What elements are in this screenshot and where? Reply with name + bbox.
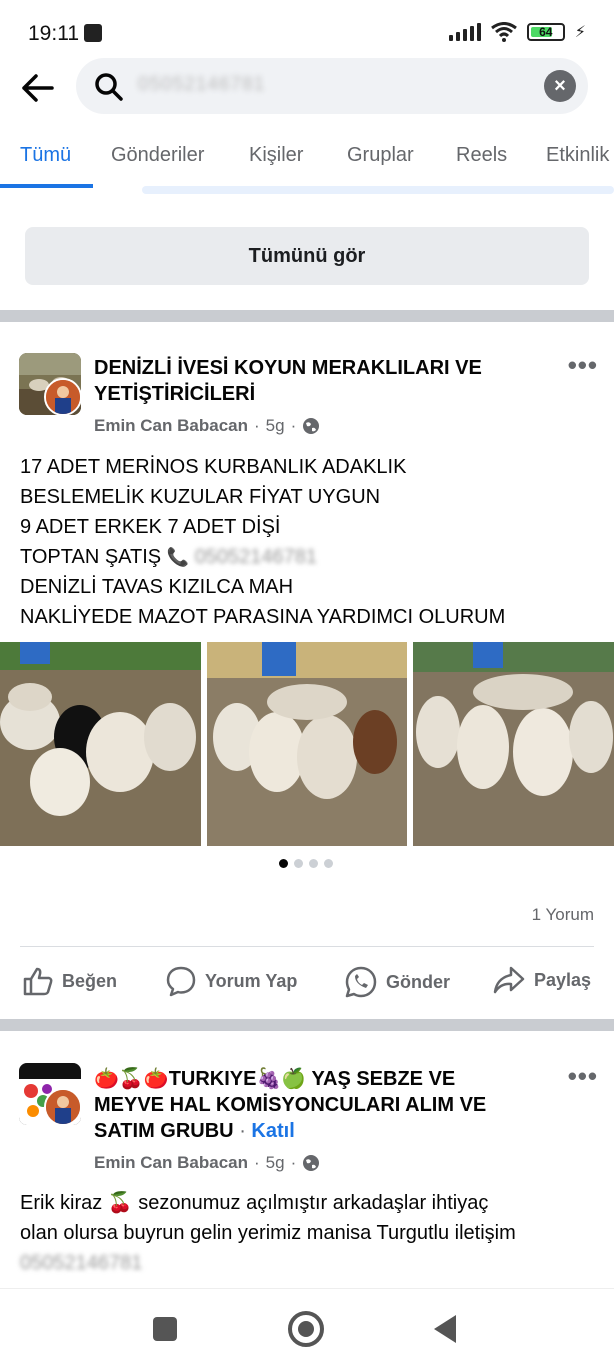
group-name-line3-row: SATIM GRUBU · Katıl [94, 1118, 486, 1144]
post-body: Erik kiraz 🍒 sezonumuz açılmıştır arkada… [20, 1188, 516, 1278]
close-icon[interactable]: × [544, 70, 576, 102]
home-icon[interactable] [288, 1311, 324, 1347]
carousel-dot[interactable] [309, 859, 318, 868]
phone-number[interactable]: 05052146781 [20, 1248, 142, 1278]
group-name-line3[interactable]: SATIM GRUBU [94, 1120, 234, 1142]
comment-count[interactable]: 1 Yorum [532, 905, 594, 925]
meta-separator: · [254, 1153, 260, 1172]
post-time: 5g [265, 416, 285, 435]
globe-icon [303, 418, 320, 434]
post-line: BESLEMELİK KUZULAR FİYAT UYGUN [20, 486, 381, 508]
like-button[interactable]: Beğen [22, 965, 117, 997]
actions-divider [20, 946, 594, 947]
carousel-dot[interactable] [279, 859, 288, 868]
wifi-icon [490, 22, 517, 42]
meta-separator: · [254, 416, 260, 435]
author-photo [46, 380, 80, 414]
see-all-button[interactable]: Tümünü gör [25, 227, 589, 285]
join-group-button[interactable]: Katıl [251, 1120, 294, 1142]
send-button[interactable]: Gönder [344, 965, 450, 999]
comment-icon [166, 966, 196, 997]
post-line-text: TOPTAN ŞATIŞ [20, 546, 162, 568]
sheep-photo [413, 642, 614, 846]
sheep-photo [0, 642, 201, 846]
result-scroll-hint [142, 186, 614, 194]
post-meta: Emin Can Babacan · 5g · [94, 1153, 320, 1173]
send-label: Gönder [386, 971, 451, 992]
tab-reels[interactable]: Reels [456, 144, 507, 167]
post-time: 5g [265, 1153, 285, 1172]
meta-separator: · [239, 1120, 252, 1142]
post-line: TOPTAN ŞATIŞ 📞 05052146781 [20, 542, 505, 572]
tab-posts[interactable]: Gönderiler [111, 144, 204, 167]
post-photo[interactable] [0, 642, 201, 846]
post-line: DENİZLİ TAVAS KIZILCA MAH [20, 576, 294, 598]
status-bar: 19:11 64 ⚡ [0, 0, 614, 62]
more-options-icon[interactable]: ••• [568, 350, 598, 381]
group-name[interactable]: DENİZLİ İVESİ KOYUN MERAKLILARI VE YETİŞ… [94, 355, 482, 407]
back-arrow-icon[interactable] [18, 68, 58, 108]
group-name-line1[interactable]: 🍅🍒🍅TURKIYE🍇🍏 YAŞ SEBZE VE [94, 1066, 486, 1092]
like-label: Beğen [62, 970, 118, 991]
author-avatar[interactable] [44, 1088, 82, 1126]
post-author[interactable]: Emin Can Babacan [94, 1153, 248, 1173]
more-options-icon[interactable]: ••• [568, 1061, 598, 1092]
share-label: Paylaş [534, 969, 592, 990]
recent-apps-icon[interactable] [153, 1317, 177, 1341]
post-line: olan olursa buyrun gelin yerimiz manisa … [20, 1222, 516, 1244]
globe-icon [303, 1155, 320, 1171]
post-line: NAKLİYEDE MAZOT PARASINA YARDIMCI OLURUM [20, 606, 506, 628]
post-author[interactable]: Emin Can Babacan [94, 416, 248, 436]
status-icons: 64 ⚡ [448, 22, 586, 42]
meta-separator: · [290, 1153, 297, 1172]
post-line: 17 ADET MERİNOS KURBANLIK ADAKLIK [20, 456, 407, 478]
phone-number[interactable]: 05052146781 [195, 542, 317, 572]
post-line: 9 ADET ERKEK 7 ADET DİŞİ [20, 516, 281, 538]
signal-icon [448, 23, 481, 41]
search-tabs: Tümü Gönderiler Kişiler Gruplar Reels Et… [0, 138, 614, 190]
tab-groups[interactable]: Gruplar [347, 144, 414, 167]
share-icon [493, 966, 525, 994]
system-nav-bar [0, 1288, 614, 1364]
section-divider [0, 1019, 614, 1031]
carousel-dot[interactable] [324, 859, 333, 868]
carousel-dot[interactable] [294, 859, 303, 868]
back-icon[interactable] [434, 1315, 456, 1343]
section-divider [0, 310, 614, 322]
post-photo[interactable] [207, 642, 407, 846]
post-meta: Emin Can Babacan · 5g · [94, 416, 320, 436]
status-time: 19:11 [28, 22, 79, 45]
comment-button[interactable]: Yorum Yap [165, 965, 297, 997]
group-name[interactable]: 🍅🍒🍅TURKIYE🍇🍏 YAŞ SEBZE VE MEYVE HAL KOMİ… [94, 1066, 486, 1144]
battery-level: 64 [539, 25, 553, 39]
post-photo[interactable] [413, 642, 614, 846]
thumbs-up-icon [23, 967, 53, 996]
group-name-line1[interactable]: DENİZLİ İVESİ KOYUN MERAKLILARI VE [94, 355, 482, 381]
phone-icon: 📞 [166, 547, 190, 567]
charging-icon: ⚡ [574, 24, 586, 41]
post-body: 17 ADET MERİNOS KURBANLIK ADAKLIK BESLEM… [20, 452, 505, 632]
whatsapp-icon [345, 966, 377, 998]
sheep-photo [207, 642, 407, 846]
tab-people[interactable]: Kişiler [249, 144, 303, 167]
group-name-line2[interactable]: MEYVE HAL KOMİSYONCULARI ALIM VE [94, 1092, 486, 1118]
search-query[interactable]: 05052146781 [138, 74, 265, 96]
author-avatar[interactable] [44, 378, 82, 416]
battery-icon: 64 [526, 23, 565, 41]
author-photo [46, 1090, 80, 1124]
search-input[interactable]: 05052146781 × [76, 58, 588, 114]
group-name-line2[interactable]: YETİŞTİRİCİLERİ [94, 381, 482, 407]
post-line: Erik kiraz 🍒 sezonumuz açılmıştır arkada… [20, 1192, 489, 1214]
tab-events[interactable]: Etkinlik [546, 144, 609, 167]
notification-icon [84, 24, 102, 42]
carousel-indicator [279, 859, 333, 868]
active-tab-indicator [0, 184, 93, 188]
share-button[interactable]: Paylaş [492, 965, 591, 995]
search-icon [95, 73, 123, 101]
meta-separator: · [290, 416, 297, 435]
comment-label: Yorum Yap [205, 970, 298, 991]
tab-all[interactable]: Tümü [20, 144, 71, 167]
